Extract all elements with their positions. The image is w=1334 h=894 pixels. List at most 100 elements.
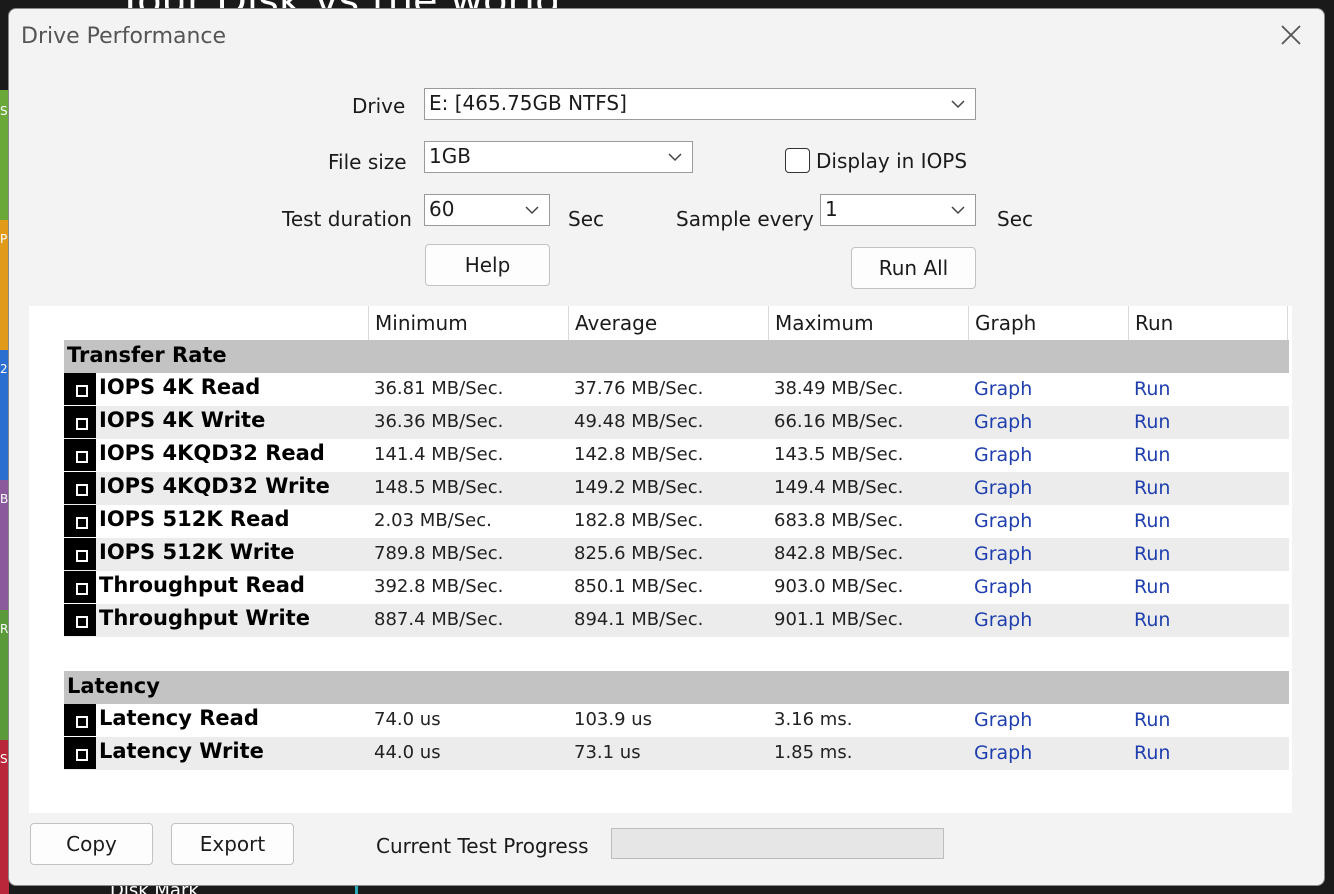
- test-bullet-icon: [64, 571, 96, 603]
- average-value: 894.1 MB/Sec.: [574, 609, 704, 630]
- average-value: 825.6 MB/Sec.: [574, 543, 704, 564]
- results-table: Minimum Average Maximum Graph Run Transf…: [29, 306, 1292, 813]
- test-name: Throughput Read: [99, 573, 305, 597]
- display-iops-label[interactable]: Display in IOPS: [816, 149, 967, 173]
- minimum-value: 887.4 MB/Sec.: [374, 609, 504, 630]
- drive-label: Drive: [352, 94, 406, 118]
- average-value: 37.76 MB/Sec.: [574, 378, 704, 399]
- table-row: Throughput Read 392.8 MB/Sec. 850.1 MB/S…: [64, 571, 1289, 604]
- file-size-label: File size: [328, 150, 407, 174]
- maximum-value: 38.49 MB/Sec.: [774, 378, 904, 399]
- maximum-value: 149.4 MB/Sec.: [774, 477, 904, 498]
- help-button[interactable]: Help: [425, 244, 550, 286]
- test-bullet-icon: [64, 406, 96, 438]
- background-tile-letter: B: [0, 492, 9, 506]
- test-bullet-icon: [64, 439, 96, 471]
- average-value: 182.8 MB/Sec.: [574, 510, 704, 531]
- background-tile-letter: S: [0, 752, 8, 766]
- test-name: IOPS 4KQD32 Read: [99, 441, 325, 465]
- dialog-title: Drive Performance: [21, 24, 227, 49]
- minimum-value: 392.8 MB/Sec.: [374, 576, 504, 597]
- test-bullet-icon: [64, 472, 96, 504]
- export-button[interactable]: Export: [171, 823, 294, 865]
- run-link[interactable]: Run: [1134, 477, 1170, 499]
- minimum-value: 148.5 MB/Sec.: [374, 477, 504, 498]
- file-size-select[interactable]: 1GB: [424, 141, 693, 173]
- graph-link[interactable]: Graph: [974, 477, 1032, 499]
- maximum-value: 901.1 MB/Sec.: [774, 609, 904, 630]
- graph-link[interactable]: Graph: [974, 510, 1032, 532]
- minimum-value: 36.36 MB/Sec.: [374, 411, 504, 432]
- column-header-maximum: Maximum: [768, 306, 968, 341]
- average-value: 103.9 us: [574, 709, 653, 730]
- run-link[interactable]: Run: [1134, 742, 1170, 764]
- run-link[interactable]: Run: [1134, 444, 1170, 466]
- test-bullet-icon: [64, 704, 96, 736]
- graph-link[interactable]: Graph: [974, 543, 1032, 565]
- background-tile-letter: 2: [0, 362, 8, 376]
- minimum-value: 74.0 us: [374, 709, 441, 730]
- chevron-down-icon: [525, 206, 539, 215]
- drive-performance-dialog: Drive Performance Drive E: [465.75GB NTF…: [8, 8, 1325, 886]
- run-link[interactable]: Run: [1134, 709, 1170, 731]
- test-bullet-icon: [64, 505, 96, 537]
- run-all-button[interactable]: Run All: [851, 247, 976, 289]
- graph-link[interactable]: Graph: [974, 378, 1032, 400]
- maximum-value: 143.5 MB/Sec.: [774, 444, 904, 465]
- maximum-value: 66.16 MB/Sec.: [774, 411, 904, 432]
- test-duration-select-value: 60: [429, 197, 455, 221]
- test-name: IOPS 512K Write: [99, 540, 295, 564]
- column-header-average: Average: [568, 306, 768, 341]
- column-header-minimum: Minimum: [368, 306, 568, 341]
- table-row: IOPS 512K Write 789.8 MB/Sec. 825.6 MB/S…: [64, 538, 1289, 571]
- copy-button[interactable]: Copy: [30, 823, 153, 865]
- test-name: IOPS 4KQD32 Write: [99, 474, 330, 498]
- section-header-transfer-rate: Transfer Rate: [64, 340, 1289, 373]
- run-link[interactable]: Run: [1134, 378, 1170, 400]
- maximum-value: 1.85 ms.: [774, 742, 853, 763]
- test-duration-label: Test duration: [282, 207, 412, 231]
- graph-link[interactable]: Graph: [974, 444, 1032, 466]
- run-link[interactable]: Run: [1134, 609, 1170, 631]
- average-value: 850.1 MB/Sec.: [574, 576, 704, 597]
- average-value: 142.8 MB/Sec.: [574, 444, 704, 465]
- test-bullet-icon: [64, 737, 96, 769]
- column-header-run: Run: [1128, 306, 1288, 341]
- close-icon[interactable]: [1275, 19, 1307, 51]
- test-name: IOPS 512K Read: [99, 507, 290, 531]
- run-link[interactable]: Run: [1134, 510, 1170, 532]
- chevron-down-icon: [951, 100, 965, 109]
- drive-select[interactable]: E: [465.75GB NTFS]: [424, 88, 976, 120]
- run-link[interactable]: Run: [1134, 576, 1170, 598]
- test-duration-unit: Sec: [568, 207, 604, 231]
- run-link[interactable]: Run: [1134, 543, 1170, 565]
- graph-link[interactable]: Graph: [974, 609, 1032, 631]
- test-bullet-icon: [64, 538, 96, 570]
- table-row: IOPS 4K Write 36.36 MB/Sec. 49.48 MB/Sec…: [64, 406, 1289, 439]
- column-header-graph: Graph: [968, 306, 1128, 341]
- sample-every-select-value: 1: [825, 197, 838, 221]
- progress-label: Current Test Progress: [376, 834, 589, 858]
- average-value: 149.2 MB/Sec.: [574, 477, 704, 498]
- table-row: IOPS 4KQD32 Write 148.5 MB/Sec. 149.2 MB…: [64, 472, 1289, 505]
- graph-link[interactable]: Graph: [974, 411, 1032, 433]
- test-name: IOPS 4K Read: [99, 375, 261, 399]
- table-row: Latency Write 44.0 us 73.1 us 1.85 ms. G…: [64, 737, 1289, 770]
- test-name: Throughput Write: [99, 606, 310, 630]
- sample-every-unit: Sec: [997, 207, 1033, 231]
- graph-link[interactable]: Graph: [974, 709, 1032, 731]
- chevron-down-icon: [951, 206, 965, 215]
- display-iops-checkbox[interactable]: [785, 148, 810, 173]
- graph-link[interactable]: Graph: [974, 742, 1032, 764]
- test-name: Latency Read: [99, 706, 259, 730]
- sample-every-label: Sample every: [676, 207, 814, 231]
- test-progress-bar: [611, 828, 944, 859]
- graph-link[interactable]: Graph: [974, 576, 1032, 598]
- section-header-latency: Latency: [64, 671, 1289, 704]
- maximum-value: 842.8 MB/Sec.: [774, 543, 904, 564]
- run-link[interactable]: Run: [1134, 411, 1170, 433]
- table-row: IOPS 4KQD32 Read 141.4 MB/Sec. 142.8 MB/…: [64, 439, 1289, 472]
- test-name: IOPS 4K Write: [99, 408, 266, 432]
- test-duration-select[interactable]: 60: [424, 194, 550, 226]
- sample-every-select[interactable]: 1: [820, 194, 976, 226]
